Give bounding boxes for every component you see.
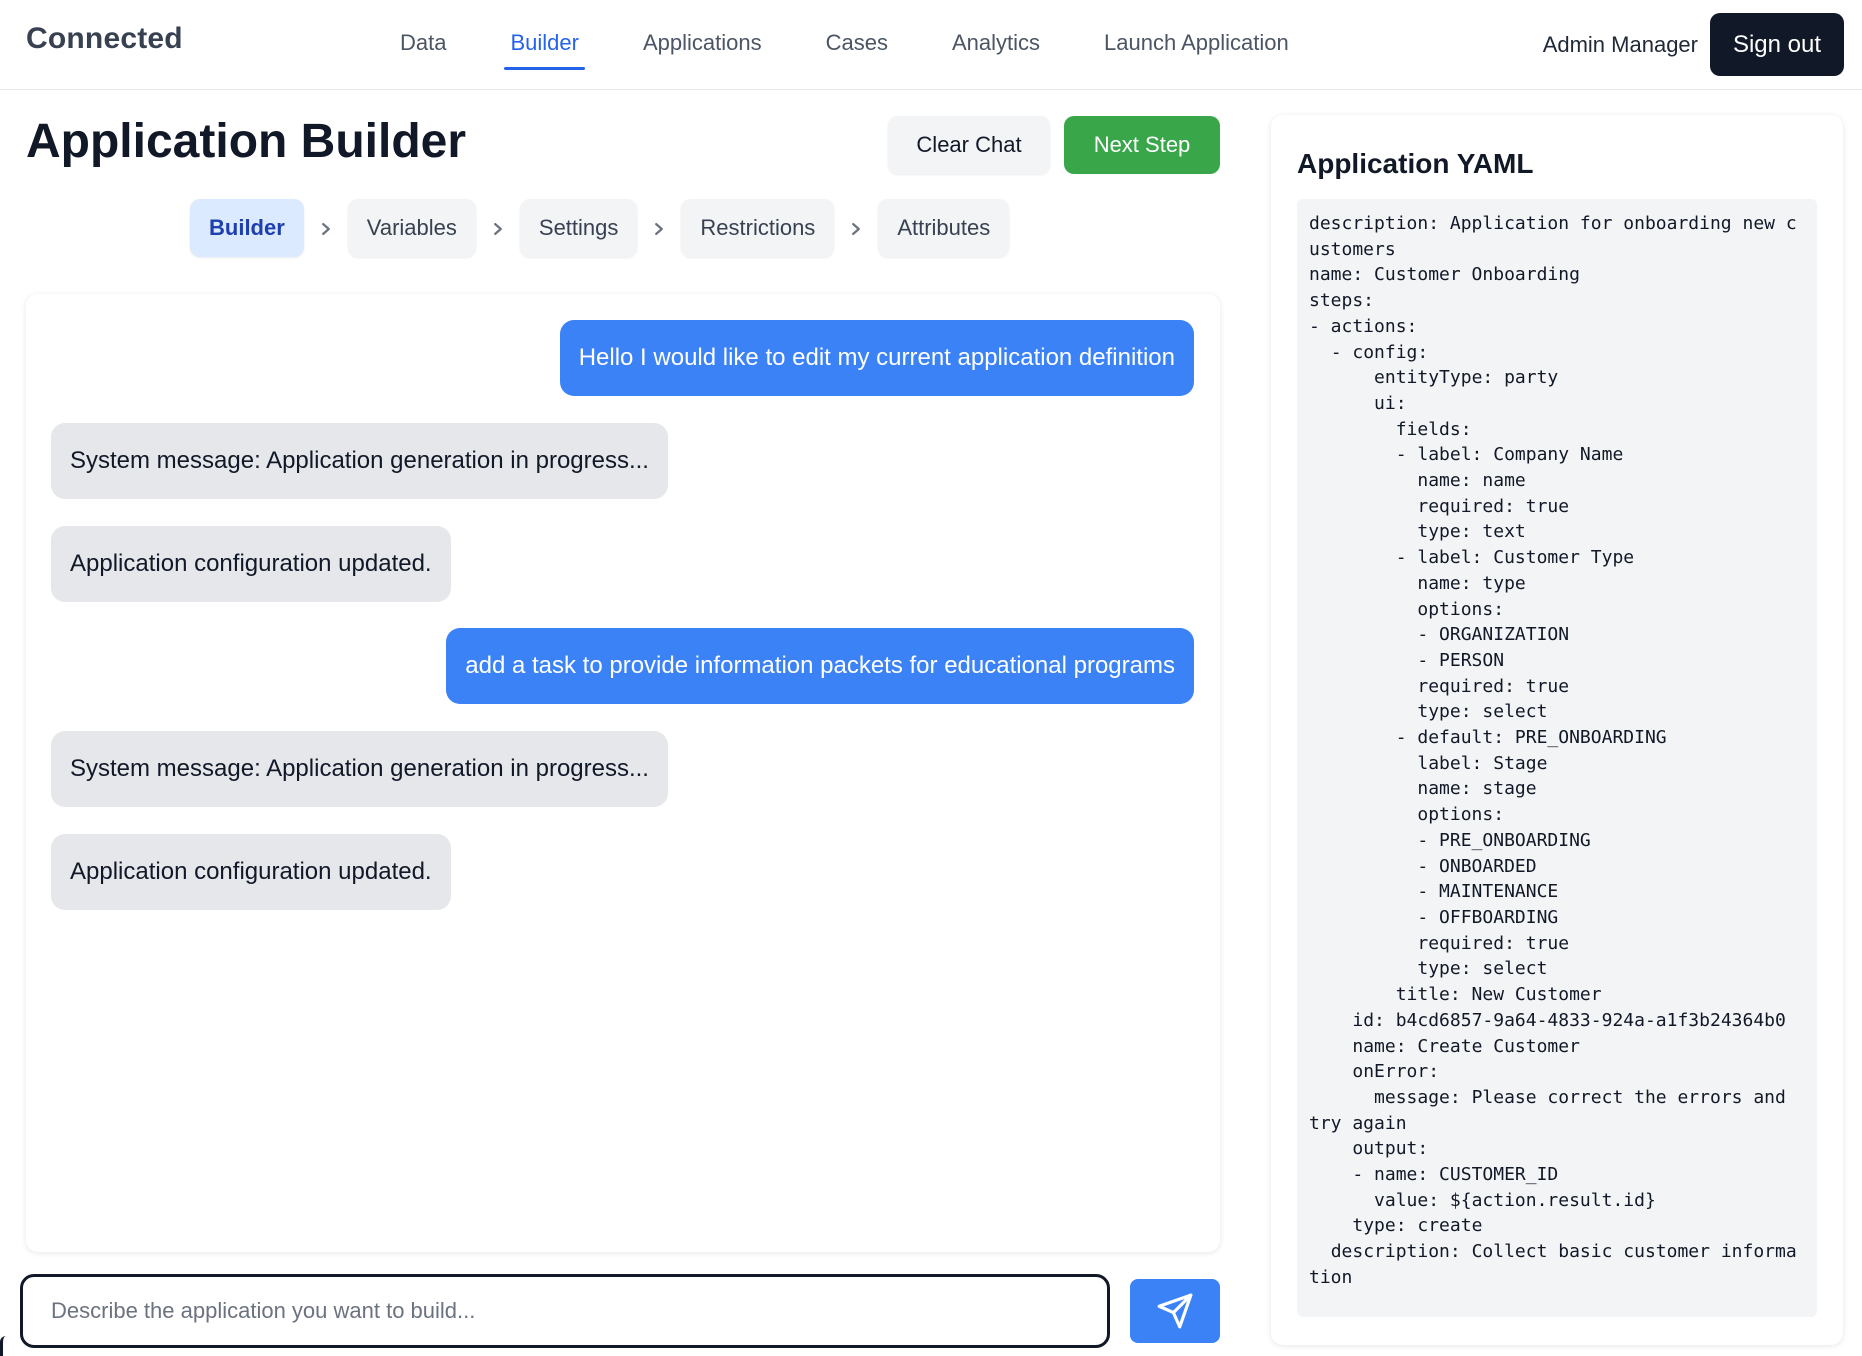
yaml-code-block[interactable]: description: Application for onboarding … [1297,199,1817,1317]
step-attributes[interactable]: Attributes [878,199,1010,257]
chevron-right-icon [476,215,520,241]
nav-item-cases[interactable]: Cases [826,0,888,90]
send-button[interactable] [1130,1279,1220,1343]
yaml-panel: Application YAML description: Applicatio… [1271,115,1843,1345]
nav-item-analytics[interactable]: Analytics [952,0,1040,90]
chat-message-system: Application configuration updated. [51,834,451,910]
window-corner [0,1336,6,1356]
step-variables[interactable]: Variables [347,199,476,257]
chevron-right-icon [834,215,878,241]
nav-item-applications[interactable]: Applications [643,0,762,90]
chat-message-system: System message: Application generation i… [51,423,668,499]
brand-logo-text[interactable]: Connected [26,22,183,56]
builder-stepper: Builder Variables Settings Restrictions … [190,199,1010,257]
chevron-right-icon [637,215,681,241]
chat-message-user: Hello I would like to edit my current ap… [559,320,1194,396]
chat-panel[interactable]: Hello I would like to edit my current ap… [26,294,1220,1252]
send-icon [1157,1293,1193,1329]
next-step-button[interactable]: Next Step [1064,116,1220,174]
main-nav: Data Builder Applications Cases Analytic… [400,0,1353,90]
chat-message-system: System message: Application generation i… [51,731,668,807]
nav-item-launch-application[interactable]: Launch Application [1104,0,1289,90]
nav-item-builder[interactable]: Builder [504,0,586,90]
chevron-right-icon [304,215,348,241]
top-header: Connected Data Builder Applications Case… [0,0,1862,90]
chat-message-user: add a task to provide information packet… [446,628,1194,704]
chat-message-system: Application configuration updated. [51,526,451,602]
step-builder[interactable]: Builder [190,199,304,257]
nav-item-data[interactable]: Data [400,0,446,90]
chat-input[interactable] [20,1274,1110,1348]
step-restrictions[interactable]: Restrictions [681,199,835,257]
step-settings[interactable]: Settings [519,199,638,257]
sign-out-button[interactable]: Sign out [1710,13,1844,76]
yaml-panel-title: Application YAML [1297,148,1534,179]
user-name: Admin Manager [1542,32,1698,57]
clear-chat-button[interactable]: Clear Chat [888,116,1050,174]
page-title: Application Builder [26,115,467,168]
